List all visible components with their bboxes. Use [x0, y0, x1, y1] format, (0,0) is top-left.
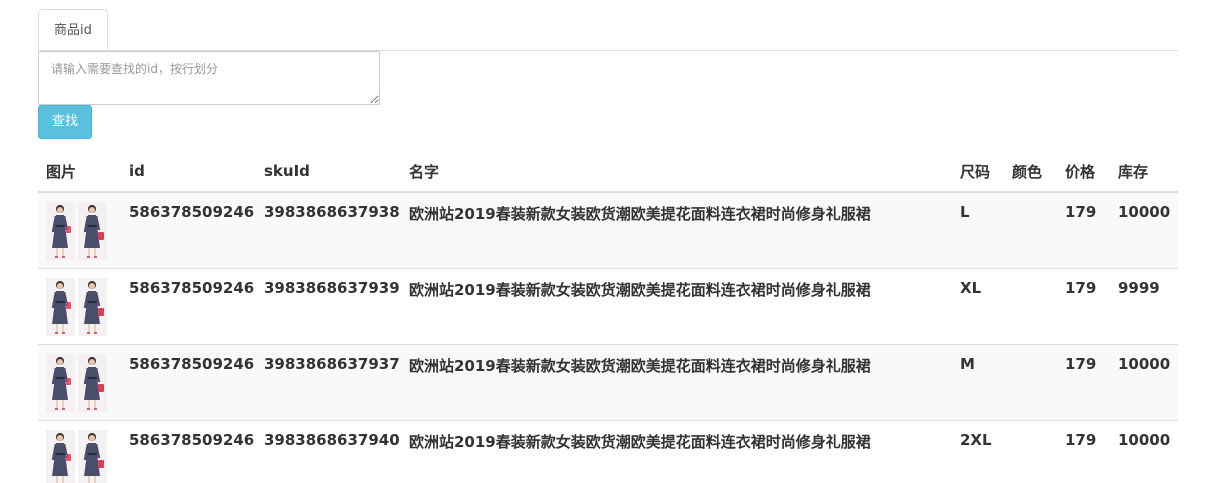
results-table-wrapper: 图片 id skuId 名字 尺码 颜色 价格 库存 586378509246 3… [38, 151, 1178, 483]
dress-thumbnail-icon [78, 353, 107, 412]
cell-color [1004, 343, 1057, 420]
header-price: 价格 [1057, 151, 1110, 193]
header-skuid: skuId [256, 151, 401, 193]
dress-thumbnail-icon [78, 202, 107, 260]
cell-id: 586378509246 [121, 343, 256, 420]
cell-price: 179 [1057, 191, 1110, 268]
cell-image [38, 191, 121, 268]
dress-thumbnail-icon [46, 202, 75, 260]
product-thumbnails [46, 353, 121, 412]
cell-skuid: 3983868637939 [256, 267, 401, 344]
table-header-row: 图片 id skuId 名字 尺码 颜色 价格 库存 [38, 151, 1178, 193]
cell-skuid: 3983868637938 [256, 191, 401, 268]
table-row: 586378509246 3983868637939 欧洲站2019春装新款女装欧货… [38, 267, 1178, 344]
cell-stock: 10000 [1110, 191, 1178, 268]
cell-id: 586378509246 [121, 419, 256, 483]
dress-thumbnail-icon [46, 353, 75, 412]
product-thumbnails [46, 202, 121, 260]
cell-size: M [952, 343, 1004, 420]
cell-image [38, 343, 121, 420]
cell-size: XL [952, 267, 1004, 344]
page: 商品id 查找 图片 id skuId 名字 尺码 [0, 0, 1212, 483]
cell-skuid: 3983868637940 [256, 419, 401, 483]
cell-id: 586378509246 [121, 267, 256, 344]
cell-name: 欧洲站2019春装新款女装欧货潮欧美提花面料连衣裙时尚修身礼服裙 [401, 343, 952, 420]
cell-color [1004, 191, 1057, 268]
cell-skuid: 3983868637937 [256, 343, 401, 420]
dress-thumbnail-icon [46, 277, 75, 336]
cell-stock: 10000 [1110, 419, 1178, 483]
table-row: 586378509246 3983868637937 欧洲站2019春装新款女装欧货… [38, 343, 1178, 420]
cell-image [38, 419, 121, 483]
table-body: 586378509246 3983868637938 欧洲站2019春装新款女装欧货… [38, 191, 1178, 483]
tab-bar: 商品id [38, 9, 1178, 51]
cell-size: L [952, 191, 1004, 268]
product-thumbnails [46, 429, 121, 483]
header-size: 尺码 [952, 151, 1004, 193]
cell-name: 欧洲站2019春装新款女装欧货潮欧美提花面料连衣裙时尚修身礼服裙 [401, 419, 952, 483]
cell-name: 欧洲站2019春装新款女装欧货潮欧美提花面料连衣裙时尚修身礼服裙 [401, 191, 952, 268]
cell-size: 2XL [952, 419, 1004, 483]
header-name: 名字 [401, 151, 952, 193]
search-button[interactable]: 查找 [38, 105, 92, 139]
header-stock: 库存 [1110, 151, 1178, 193]
tab-product-id[interactable]: 商品id [38, 9, 108, 50]
cell-price: 179 [1057, 343, 1110, 420]
header-id: id [121, 151, 256, 193]
cell-price: 179 [1057, 419, 1110, 483]
cell-stock: 10000 [1110, 343, 1178, 420]
header-image: 图片 [38, 151, 121, 193]
cell-price: 179 [1057, 267, 1110, 344]
results-table: 图片 id skuId 名字 尺码 颜色 价格 库存 586378509246 3… [38, 151, 1178, 483]
dress-thumbnail-icon [78, 277, 107, 336]
id-search-textarea[interactable] [38, 51, 380, 105]
cell-id: 586378509246 [121, 191, 256, 268]
cell-color [1004, 267, 1057, 344]
table-row: 586378509246 3983868637940 欧洲站2019春装新款女装欧货… [38, 419, 1178, 483]
cell-stock: 9999 [1110, 267, 1178, 344]
dress-thumbnail-icon [78, 429, 107, 483]
table-row: 586378509246 3983868637938 欧洲站2019春装新款女装欧货… [38, 191, 1178, 268]
dress-thumbnail-icon [46, 429, 75, 483]
cell-name: 欧洲站2019春装新款女装欧货潮欧美提花面料连衣裙时尚修身礼服裙 [401, 267, 952, 344]
cell-image [38, 267, 121, 344]
header-color: 颜色 [1004, 151, 1057, 193]
cell-color [1004, 419, 1057, 483]
product-thumbnails [46, 277, 121, 336]
